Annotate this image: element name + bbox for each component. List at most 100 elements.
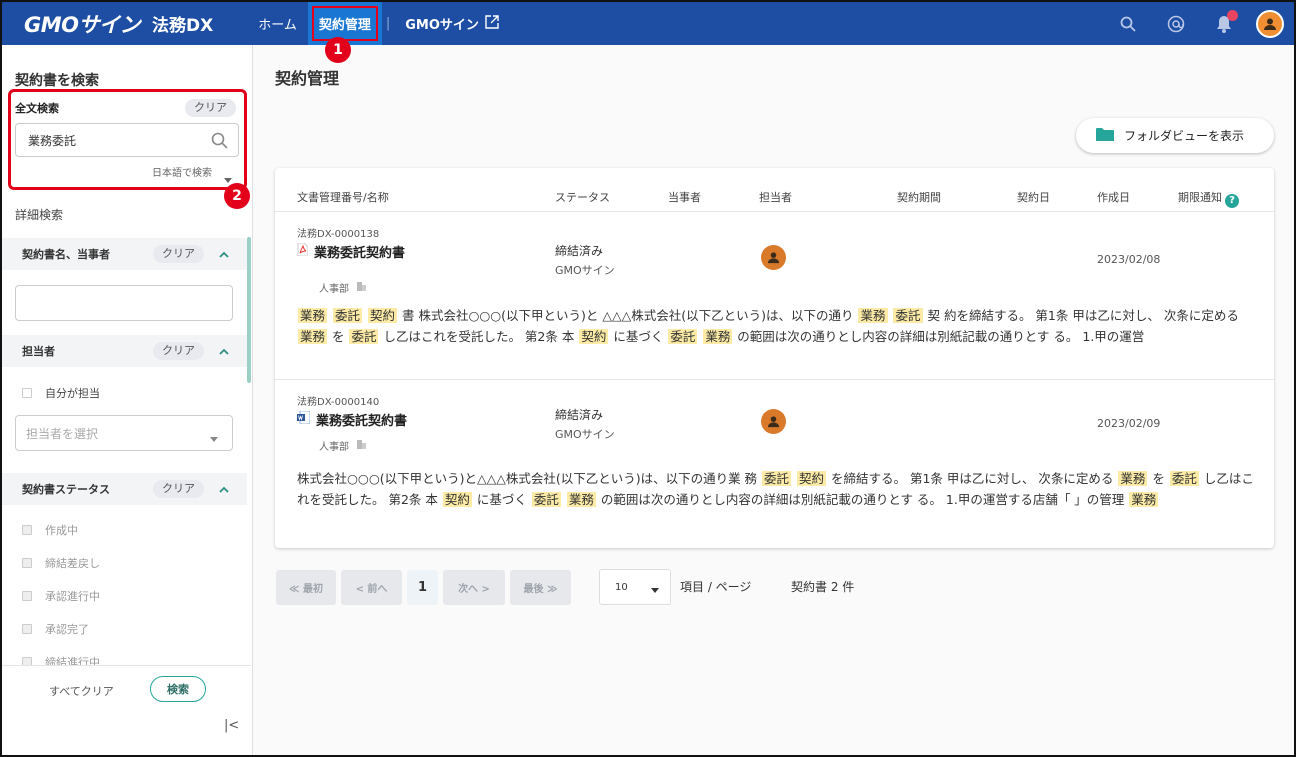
search-hit-highlight: 委託 [1169, 471, 1199, 486]
last-page-button[interactable]: 最後 ≫ [510, 570, 571, 605]
excerpt-text [363, 308, 367, 323]
chevron-up-icon[interactable] [218, 246, 230, 265]
status-option[interactable]: 承認完了 [22, 621, 89, 637]
checkbox[interactable] [22, 525, 32, 535]
assignee-avatar [761, 409, 786, 434]
search-hit-highlight: 契約 [368, 308, 398, 323]
checkbox[interactable] [22, 388, 32, 398]
first-page-button[interactable]: ≪ 最初 [276, 570, 336, 605]
search-hit-highlight: 業務 [298, 308, 328, 323]
current-page[interactable]: 1 [407, 570, 438, 605]
status-option[interactable]: 締結差戻し [22, 555, 100, 571]
search-button[interactable]: 検索 [150, 676, 206, 702]
excerpt-text: を締結する。 第1条 甲は乙に対し、 次条に定める [827, 471, 1118, 486]
next-page-button[interactable]: 次へ > [443, 570, 505, 605]
chevron-up-icon[interactable] [218, 343, 230, 362]
mention-icon[interactable] [1164, 12, 1188, 36]
search-hit-highlight: 委託 [762, 471, 792, 486]
assignee-select[interactable]: 担当者を選択 [15, 415, 233, 451]
status-option[interactable]: 作成中 [22, 522, 78, 538]
status-option-label: 作成中 [45, 524, 78, 537]
fulltext-search-input[interactable]: 業務委託 [15, 123, 239, 157]
col-notice[interactable]: 期限通知? [1178, 189, 1239, 208]
logo-product: 法務DX [152, 16, 214, 36]
table-row[interactable]: 法務DX-0000138 業務委託契約書 人事部 締結済み GMOサイン 202… [275, 212, 1274, 380]
user-avatar[interactable] [1256, 9, 1284, 38]
excerpt-text [698, 329, 702, 344]
col-period[interactable]: 契約期間 [897, 189, 941, 205]
notification-dot [1227, 9, 1238, 21]
step-badge-2: 2 [224, 183, 250, 209]
assignee-avatar [761, 245, 786, 270]
self-assigned-label: 自分が担当 [45, 387, 100, 400]
per-page-label: 項目 / ページ [680, 580, 752, 594]
search-hit-highlight: 委託 [531, 492, 561, 507]
external-link-icon [485, 14, 499, 33]
prev-page-button[interactable]: < 前へ [341, 570, 402, 605]
doc-excerpt: 業務 委託 契約 書 株式会社○○○(以下甲という)と △△△株式会社(以下乙と… [297, 305, 1257, 347]
doc-name[interactable]: 業務委託契約書 [297, 410, 407, 429]
help-icon[interactable]: ? [1225, 194, 1239, 208]
language-select[interactable]: 日本語で検索 [152, 164, 212, 179]
department-label: 人事部 [319, 284, 349, 295]
excerpt-text: 書 株式会社○○○(以下甲という)と △△△株式会社(以下乙という)は、以下の通… [398, 308, 858, 323]
col-notice-label: 期限通知 [1178, 191, 1222, 204]
section-contract-name-clear[interactable]: クリア [153, 245, 204, 263]
table-row[interactable]: 法務DX-0000140 業務委託契約書 人事部 締結済み GMOサイン 202… [275, 380, 1274, 538]
search-hit-highlight: 業務 [703, 329, 733, 344]
excerpt-text [328, 308, 332, 323]
col-party[interactable]: 当事者 [668, 189, 701, 205]
nav-gmo-sign[interactable]: GMOサイン [394, 2, 510, 45]
self-assigned-checkbox[interactable]: 自分が担当 [22, 385, 100, 401]
col-name[interactable]: 文書管理番号/名称 [297, 189, 389, 205]
search-sidebar: 契約書を検索 全文検索 クリア 業務委託 日本語で検索 詳細検索 契約書名、当事… [2, 45, 253, 755]
fulltext-label: 全文検索 [15, 102, 59, 115]
folder-view-button[interactable]: フォルダビューを表示 [1076, 118, 1274, 153]
doc-name-label: 業務委託契約書 [316, 414, 408, 429]
search-hit-highlight: 契約 [579, 329, 609, 344]
search-hit-highlight: 契約 [797, 471, 827, 486]
excerpt-text: に基づく [609, 329, 668, 344]
search-hit-highlight: 業務 [298, 329, 328, 344]
collapse-sidebar-icon[interactable]: |< [224, 718, 239, 733]
status-option-label: 承認進行中 [45, 590, 100, 603]
section-contract-name[interactable]: 契約書名、当事者 クリア [2, 238, 247, 270]
status-option[interactable]: 承認進行中 [22, 588, 100, 604]
search-hit-highlight: 委託 [893, 308, 923, 323]
search-icon[interactable] [211, 132, 228, 152]
per-page-select[interactable]: 10 [599, 569, 671, 605]
result-count: 契約書 2 件 [791, 580, 855, 594]
section-assignee-clear[interactable]: クリア [153, 342, 204, 360]
col-status[interactable]: ステータス [555, 189, 610, 205]
chevron-up-icon[interactable] [218, 481, 230, 500]
col-contract-date[interactable]: 契約日 [1017, 189, 1050, 205]
section-status[interactable]: 契約書ステータス クリア [2, 473, 247, 505]
word-file-icon [297, 410, 311, 428]
status-text: 締結済み [555, 244, 604, 258]
doc-number: 法務DX-0000138 [297, 229, 380, 240]
folder-view-label: フォルダビューを表示 [1124, 129, 1245, 143]
excerpt-text [889, 308, 893, 323]
excerpt-text: の範囲は次の通りとし内容の詳細は別紙記載の通りとす る。 1.甲の運営 [733, 329, 1145, 344]
section-assignee-label: 担当者 [22, 345, 55, 358]
sidebar-title: 契約書を検索 [15, 73, 99, 89]
checkbox[interactable] [22, 591, 32, 601]
col-created[interactable]: 作成日 [1097, 189, 1130, 205]
bell-icon[interactable] [1212, 9, 1238, 36]
nav-home[interactable]: ホーム [247, 2, 308, 45]
checkbox[interactable] [22, 558, 32, 568]
header-actions [1092, 2, 1294, 45]
clear-all-button[interactable]: すべてクリア [49, 683, 114, 699]
excerpt-text [792, 471, 796, 486]
col-assignee[interactable]: 担当者 [759, 189, 792, 205]
doc-excerpt: 株式会社○○○(以下甲という)と△△△株式会社(以下乙という)は、以下の通り業 … [297, 468, 1257, 510]
sidebar-scrollbar[interactable] [247, 237, 251, 383]
contract-name-input[interactable] [15, 285, 233, 321]
section-status-clear[interactable]: クリア [153, 480, 204, 498]
section-assignee[interactable]: 担当者 クリア [2, 335, 247, 367]
doc-name[interactable]: 業務委託契約書 [297, 242, 405, 261]
department-label: 人事部 [319, 442, 349, 453]
search-icon[interactable] [1116, 12, 1140, 36]
checkbox[interactable] [22, 624, 32, 634]
fulltext-clear-button[interactable]: クリア [185, 99, 236, 117]
